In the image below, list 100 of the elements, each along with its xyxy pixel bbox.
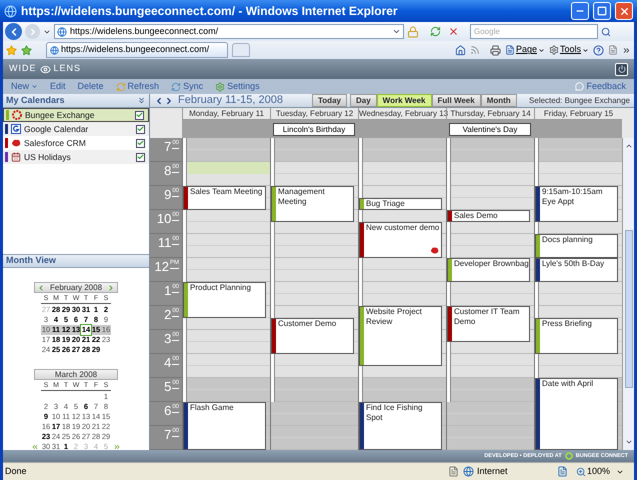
stop-icon[interactable] [448, 26, 459, 37]
event-title: Docs planning [541, 235, 593, 245]
event-card[interactable]: Customer IT Team Demo [447, 306, 530, 342]
event-card[interactable]: Developer Brownbag [447, 258, 530, 282]
search-icon[interactable] [601, 26, 611, 36]
calendar-name: Salesforce CRM [24, 136, 87, 150]
more-icon[interactable] [622, 46, 631, 54]
event-card[interactable]: Docs planning [535, 234, 618, 258]
view-tab[interactable]: Today [312, 94, 347, 107]
minimize-button[interactable] [571, 2, 589, 20]
address-field[interactable]: https://widelens.bungeeconnect.com/ [54, 24, 404, 39]
next-week-icon[interactable] [164, 96, 174, 106]
calendar-checkbox[interactable] [136, 138, 145, 148]
calendar-checkbox[interactable] [136, 152, 145, 162]
event-card[interactable]: Find Ice Fishing Spot [359, 402, 442, 450]
event-title: New customer demo [365, 223, 440, 233]
event-card[interactable]: Flash Game [183, 402, 266, 450]
event-card[interactable]: Management Meeting [271, 186, 354, 222]
toolbar-button[interactable]: Edit [50, 80, 66, 94]
calendar-checkbox[interactable] [135, 110, 144, 120]
event-card[interactable]: Product Planning [183, 282, 266, 318]
maximize-button[interactable] [593, 2, 611, 20]
maximize-icon [597, 6, 607, 16]
caret-icon [538, 46, 545, 54]
toolbar-button[interactable]: Delete [78, 80, 104, 94]
toolbar-button[interactable]: New [11, 80, 38, 94]
calendar-item[interactable]: Google Calendar [3, 122, 149, 136]
research-icon[interactable] [608, 45, 618, 55]
print-icon[interactable] [490, 44, 501, 56]
power-icon [618, 65, 626, 73]
browser-tab[interactable]: https://widelens.bungeeconnect.com/ [46, 42, 228, 58]
calendar-item[interactable]: US Holidays [3, 150, 149, 164]
zone-label: Internet [476, 464, 508, 478]
event-card[interactable]: 9:15am-10:15am Eye Appt [535, 186, 618, 222]
logo-text: LENS [54, 62, 82, 76]
toolbar-button[interactable]: Settings [215, 80, 260, 94]
event-card[interactable]: Customer Demo [271, 318, 354, 354]
view-tab[interactable]: Full Week [432, 94, 481, 107]
event-card[interactable]: Date with April [535, 378, 618, 450]
zoom-button[interactable]: 100% [576, 464, 610, 478]
zoom-icon [576, 466, 586, 476]
calendar-name: Google Calendar [24, 122, 90, 136]
first-week-icon[interactable] [31, 443, 39, 451]
arc-icon [11, 124, 21, 134]
caret-icon [582, 46, 589, 54]
calendar-checkbox[interactable] [136, 124, 145, 134]
back-button[interactable] [5, 23, 22, 40]
previous-month-icon[interactable] [37, 284, 45, 292]
event-title: Find Ice Fishing Spot [365, 403, 424, 423]
event-title: Customer Demo [277, 319, 336, 329]
scroll-down-icon[interactable] [624, 438, 632, 446]
logo-text: WIDE [9, 62, 36, 76]
favorites-star-icon[interactable] [6, 44, 17, 56]
event-card[interactable]: New customer demo [359, 222, 442, 258]
scrollbar[interactable] [622, 138, 634, 450]
previous-week-icon[interactable] [154, 96, 164, 106]
event-card[interactable]: Bug Triage [359, 198, 442, 210]
view-tab[interactable]: Day [350, 94, 377, 107]
toolbar-button[interactable]: Sync [171, 80, 204, 94]
feedback-link[interactable]: Feedback [575, 80, 626, 94]
event-title: Flash Game [189, 403, 234, 413]
refresh-icon[interactable] [430, 26, 441, 37]
event-title: Press Briefing [541, 319, 592, 329]
month-title: March 2008 [54, 370, 98, 378]
event-card[interactable]: Sales Demo [447, 210, 530, 222]
toolbar-button[interactable]: Refresh [116, 80, 160, 94]
speech-bubble-icon [575, 82, 584, 91]
view-tab[interactable]: Month [480, 94, 517, 107]
last-week-icon[interactable] [113, 443, 121, 451]
event-title: Product Planning [189, 283, 251, 293]
scroll-up-icon[interactable] [624, 142, 632, 150]
all-day-event[interactable]: Lincoln's Birthday [273, 122, 355, 136]
all-day-event[interactable]: Valentine's Day [449, 122, 531, 136]
event-card[interactable]: Press Briefing [535, 318, 618, 354]
next-month-icon[interactable] [107, 284, 115, 292]
panel-title: Month View [6, 254, 56, 268]
calendar-name: US Holidays [24, 150, 72, 164]
calendar-item[interactable]: Bungee Exchange [3, 108, 149, 122]
collapse-icon[interactable] [137, 96, 146, 105]
feeds-icon[interactable] [470, 45, 480, 55]
cloud-icon [430, 246, 439, 255]
close-button[interactable] [615, 2, 633, 20]
event-card[interactable]: Sales Team Meeting [183, 186, 266, 210]
scroll-thumb[interactable] [624, 230, 632, 388]
view-tab[interactable]: Work Week [376, 94, 432, 107]
command-menu[interactable]: Tools [548, 43, 589, 57]
event-card[interactable]: Lyle's 50th B-Day [535, 258, 618, 282]
settings-icon [215, 82, 226, 92]
page-globe-icon [57, 26, 67, 36]
command-menu[interactable]: Page [504, 43, 545, 57]
selected-calendar-label: Selected: Bungee Exchange [529, 94, 631, 106]
gear-icon [548, 45, 559, 55]
caret-icon[interactable] [392, 27, 401, 36]
add-favorite-icon[interactable] [21, 44, 32, 56]
power-button[interactable] [615, 62, 628, 76]
cloud-icon [11, 138, 21, 148]
help-icon[interactable] [593, 44, 604, 56]
event-card[interactable]: Website Project Review [359, 306, 442, 366]
event-title: 9:15am-10:15am Eye Appt [541, 187, 604, 207]
home-icon[interactable] [454, 44, 466, 56]
